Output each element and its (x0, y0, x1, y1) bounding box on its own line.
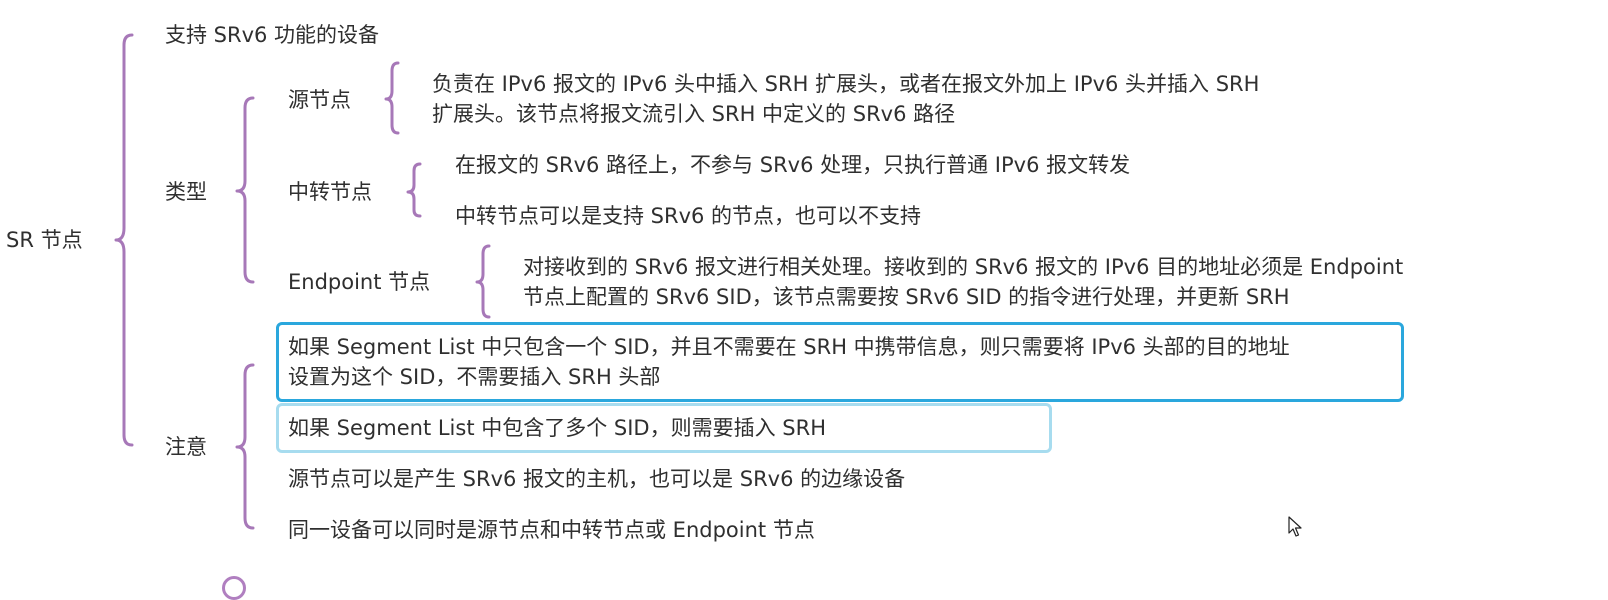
source-node-label: 源节点 (288, 88, 351, 112)
transit-node-item-2: 中转节点可以是支持 SRv6 的节点，也可以不支持 (455, 204, 922, 228)
transit-node-item-1: 在报文的 SRv6 路径上，不参与 SRv6 处理，只执行普通 IPv6 报文转… (455, 153, 1131, 177)
partial-circle-marker (222, 576, 246, 600)
types-label: 类型 (165, 180, 207, 204)
transit-node-label: 中转节点 (288, 180, 372, 204)
source-bracket (384, 61, 400, 135)
source-node-desc-line-2: 扩展头。该节点将报文流引入 SRH 中定义的 SRv6 路径 (432, 102, 956, 126)
endpoint-node-desc-line-2: 节点上配置的 SRv6 SID，该节点需要按 SRv6 SID 的指令进行处理，… (523, 285, 1290, 309)
endpoint-bracket (475, 244, 491, 319)
note-3: 源节点可以是产生 SRv6 报文的主机，也可以是 SRv6 的边缘设备 (288, 467, 906, 491)
root-label: SR 节点 (6, 228, 83, 252)
types-bracket (235, 96, 255, 284)
transit-bracket (406, 162, 422, 218)
source-node-desc-line-1: 负责在 IPv6 报文的 IPv6 头中插入 SRH 扩展头，或者在报文外加上 … (432, 72, 1260, 96)
support-label: 支持 SRv6 功能的设备 (165, 23, 380, 47)
note-2: 如果 Segment List 中包含了多个 SID，则需要插入 SRH (288, 416, 826, 440)
endpoint-node-desc-line-1: 对接收到的 SRv6 报文进行相关处理。接收到的 SRv6 报文的 IPv6 目… (523, 255, 1404, 279)
endpoint-node-label: Endpoint 节点 (288, 270, 431, 294)
note-4: 同一设备可以同时是源节点和中转节点或 Endpoint 节点 (288, 518, 815, 542)
root-bracket (114, 33, 134, 447)
mouse-cursor-icon (1288, 516, 1302, 537)
note-1-line-2: 设置为这个 SID，不需要插入 SRH 头部 (288, 365, 661, 389)
notes-bracket (235, 363, 255, 530)
note-1-line-1: 如果 Segment List 中只包含一个 SID，并且不需要在 SRH 中携… (288, 335, 1290, 359)
notes-label: 注意 (165, 435, 207, 459)
